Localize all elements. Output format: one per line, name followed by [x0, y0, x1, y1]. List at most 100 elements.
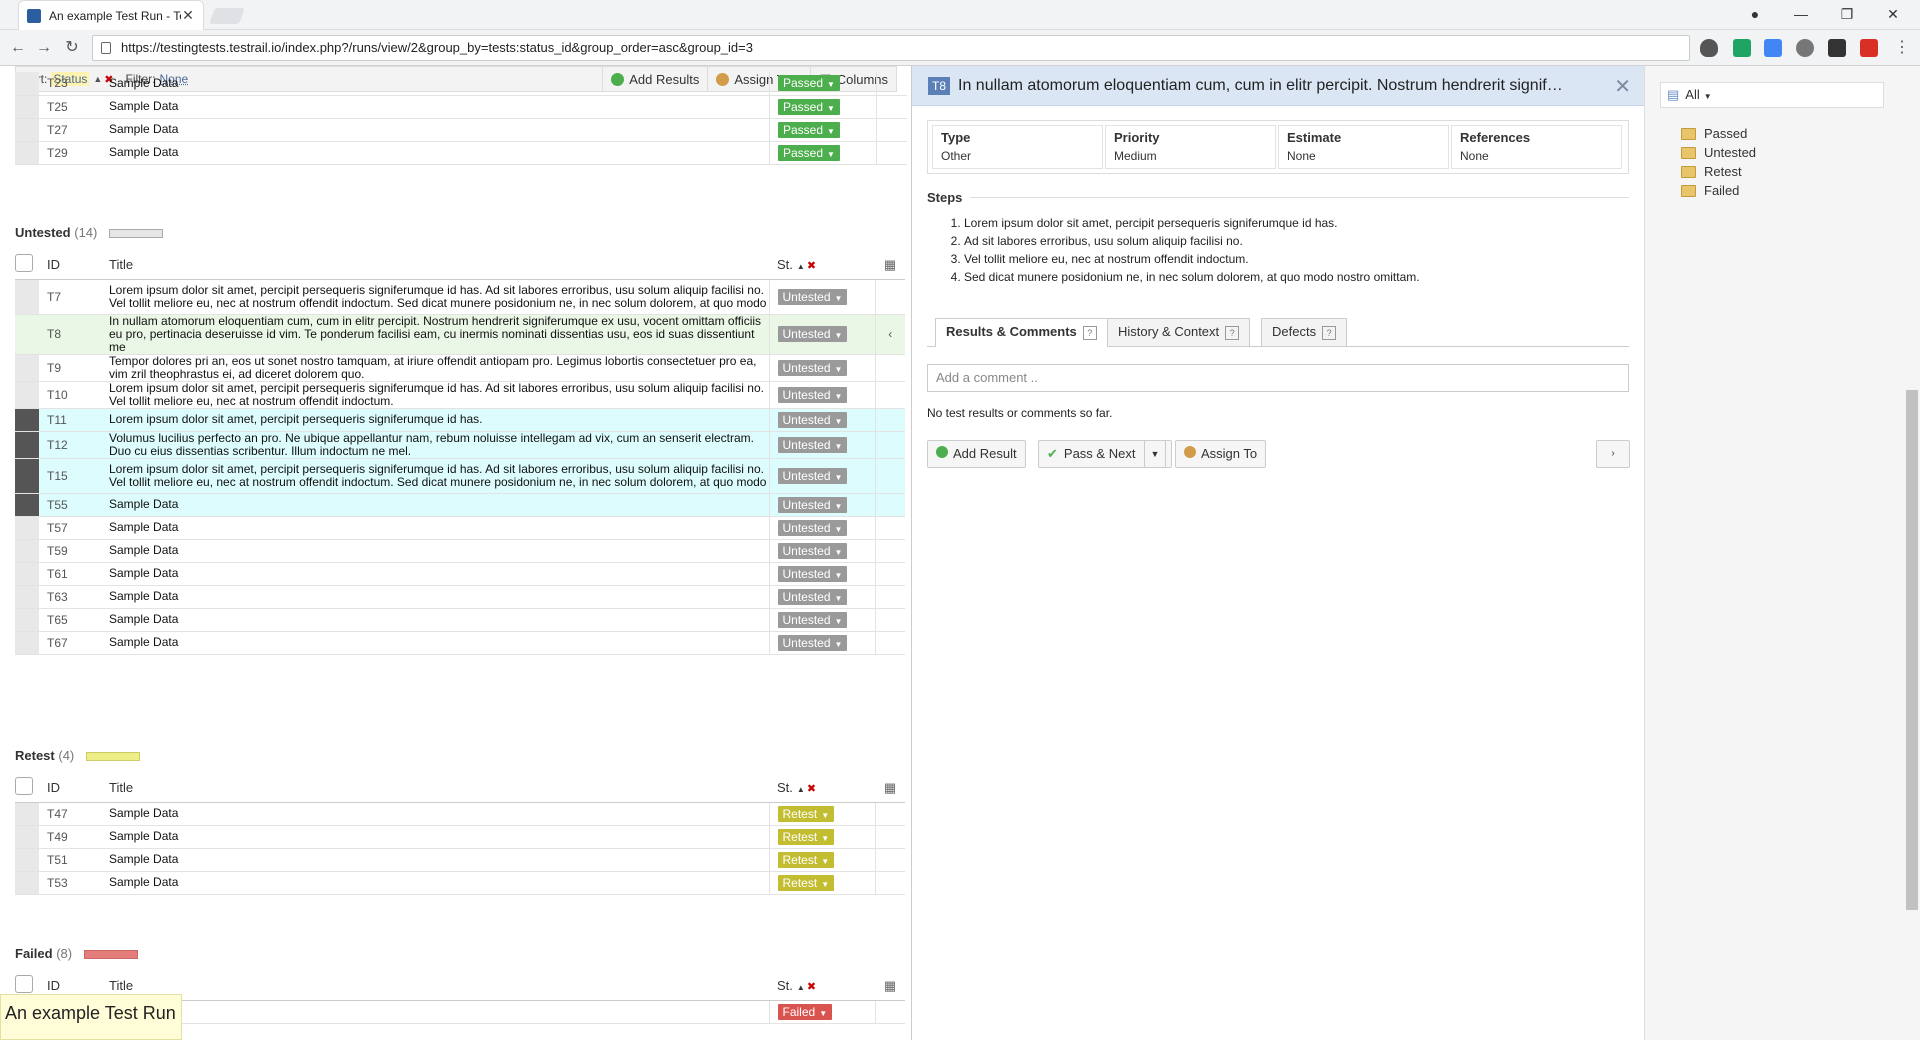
restore-button[interactable]: ❐: [1824, 0, 1870, 28]
table-row[interactable]: T49 Sample Data Retest ▼: [15, 825, 905, 849]
table-row[interactable]: T53 Sample Data Retest ▼: [15, 871, 905, 895]
row-select-handle[interactable]: [15, 314, 39, 355]
chevron-left-icon[interactable]: ‹: [888, 327, 892, 341]
row-select-handle[interactable]: [15, 354, 39, 382]
status-dropdown[interactable]: Retest ▼: [777, 851, 835, 868]
group-filter-select[interactable]: ▤ All ▼: [1660, 82, 1884, 108]
test-id[interactable]: T10: [39, 381, 107, 409]
test-title[interactable]: Sample Data: [107, 493, 769, 517]
status-dropdown[interactable]: Passed ▼: [778, 75, 840, 92]
help-icon[interactable]: ?: [1082, 326, 1097, 340]
column-layout-icon[interactable]: ▦: [884, 978, 896, 993]
test-id[interactable]: T27: [39, 118, 107, 142]
test-title[interactable]: In nullam atomorum eloquentiam cum, cum …: [107, 314, 769, 355]
test-title[interactable]: Sample Data: [107, 72, 770, 96]
table-row[interactable]: T12 Volumus lucilius perfecto an pro. Ne …: [15, 431, 905, 459]
row-select-handle[interactable]: [15, 516, 39, 540]
test-id[interactable]: T47: [39, 802, 107, 826]
forward-icon[interactable]: →: [32, 36, 56, 60]
row-select-handle[interactable]: [15, 408, 39, 432]
column-header-id[interactable]: ID: [39, 774, 107, 803]
status-dropdown[interactable]: Passed ▼: [778, 144, 840, 161]
test-title[interactable]: Lorem ipsum dolor sit amet, percipit per…: [107, 458, 769, 494]
group-tree-item-retest[interactable]: Retest: [1681, 162, 1756, 181]
test-title[interactable]: Sample Data: [107, 118, 770, 142]
table-row[interactable]: T25 Sample Data Passed ▼: [15, 95, 907, 119]
row-select-handle[interactable]: [15, 431, 39, 459]
status-dropdown[interactable]: Untested ▼: [777, 436, 848, 453]
test-id[interactable]: T23: [39, 72, 107, 96]
row-select-handle[interactable]: [15, 631, 39, 655]
table-row[interactable]: T9 Tempor dolores pri an, eos ut sonet no…: [15, 354, 905, 382]
table-row[interactable]: T67 Sample Data Untested ▼: [15, 631, 905, 655]
detail-title[interactable]: In nullam atomorum eloquentiam cum, cum …: [958, 77, 1598, 95]
select-all-checkbox[interactable]: [15, 975, 33, 994]
profile-icon[interactable]: ●: [1732, 0, 1778, 28]
table-row[interactable]: T7 Lorem ipsum dolor sit amet, percipit p…: [15, 279, 905, 315]
status-dropdown[interactable]: Untested ▼: [777, 411, 848, 428]
test-id[interactable]: T65: [39, 608, 107, 632]
extension-shield-icon[interactable]: [1700, 39, 1718, 57]
status-dropdown[interactable]: Failed ▼: [777, 1003, 833, 1020]
table-row[interactable]: T10 Lorem ipsum dolor sit amet, percipit …: [15, 381, 905, 409]
sort-clear-icon[interactable]: ✖: [807, 981, 816, 993]
test-id[interactable]: T8: [39, 314, 107, 355]
comment-input[interactable]: Add a comment ..: [927, 364, 1629, 392]
test-id[interactable]: T7: [39, 279, 107, 315]
browser-menu-icon[interactable]: ⋮: [1890, 36, 1914, 60]
table-row[interactable]: T15 Lorem ipsum dolor sit amet, percipit …: [15, 458, 905, 494]
status-dropdown[interactable]: Passed ▼: [778, 121, 840, 138]
page-info-icon[interactable]: [101, 42, 111, 54]
table-row[interactable]: T55 Sample Data Untested ▼: [15, 493, 905, 517]
test-id[interactable]: T12: [39, 431, 107, 459]
status-dropdown[interactable]: Passed ▼: [778, 98, 840, 115]
column-header-title[interactable]: Title: [107, 251, 769, 280]
reload-icon[interactable]: ↻: [60, 36, 84, 60]
row-select-handle[interactable]: [15, 825, 39, 849]
row-select-handle[interactable]: [15, 802, 39, 826]
sort-asc-icon[interactable]: ▲: [797, 785, 805, 794]
test-title[interactable]: Lorem ipsum dolor sit amet, percipit per…: [107, 381, 769, 409]
row-select-handle[interactable]: [15, 141, 39, 165]
test-title[interactable]: Lorem ipsum dolor sit amet, percipit per…: [107, 408, 769, 432]
column-header-status[interactable]: St. ▲ ✖: [769, 774, 875, 803]
extension-sheets-icon[interactable]: [1733, 39, 1751, 57]
column-layout-icon[interactable]: ▦: [884, 780, 896, 795]
row-select-handle[interactable]: [15, 608, 39, 632]
extension-badge-icon[interactable]: [1860, 39, 1878, 57]
tab-defects[interactable]: Defects?: [1261, 318, 1348, 346]
table-row[interactable]: T47 Sample Data Retest ▼: [15, 802, 905, 826]
extension-incognito-icon[interactable]: [1796, 39, 1814, 57]
row-select-handle[interactable]: [15, 458, 39, 494]
select-all-checkbox[interactable]: [15, 254, 33, 273]
test-title[interactable]: Sample Data: [107, 95, 770, 119]
test-title[interactable]: Sample Data: [107, 825, 769, 849]
row-select-handle[interactable]: [15, 95, 39, 119]
test-title[interactable]: Sample Data: [107, 802, 769, 826]
row-select-handle[interactable]: [15, 118, 39, 142]
detail-assign-to-button[interactable]: Assign To: [1175, 440, 1267, 468]
table-row[interactable]: T23 Sample Data Passed ▼: [15, 72, 907, 96]
column-header-status[interactable]: St. ▲ ✖: [769, 251, 875, 280]
status-dropdown[interactable]: Untested ▼: [777, 467, 848, 484]
close-tab-icon[interactable]: ✕: [181, 7, 195, 24]
status-dropdown[interactable]: Untested ▼: [777, 634, 848, 651]
test-title[interactable]: [107, 1000, 769, 1024]
status-dropdown[interactable]: Untested ▼: [777, 611, 848, 628]
test-id[interactable]: T59: [39, 539, 107, 563]
test-title[interactable]: Tempor dolores pri an, eos ut sonet nost…: [107, 354, 769, 382]
status-dropdown[interactable]: Retest ▼: [777, 874, 835, 891]
test-title[interactable]: Sample Data: [107, 562, 769, 586]
extension-translate-icon[interactable]: [1764, 39, 1782, 57]
pass-next-dropdown[interactable]: ▼: [1144, 440, 1166, 468]
test-title[interactable]: Sample Data: [107, 608, 769, 632]
test-title[interactable]: Volumus lucilius perfecto an pro. Ne ubi…: [107, 431, 769, 459]
test-id[interactable]: T55: [39, 493, 107, 517]
sort-asc-icon[interactable]: ▲: [797, 262, 805, 271]
row-select-handle[interactable]: [15, 871, 39, 895]
table-row[interactable]: T27 Sample Data Passed ▼: [15, 118, 907, 142]
new-tab-button[interactable]: [209, 8, 245, 24]
table-row[interactable]: T8 In nullam atomorum eloquentiam cum, cu…: [15, 314, 905, 355]
status-dropdown[interactable]: Retest ▼: [777, 805, 835, 822]
test-id[interactable]: T9: [39, 354, 107, 382]
